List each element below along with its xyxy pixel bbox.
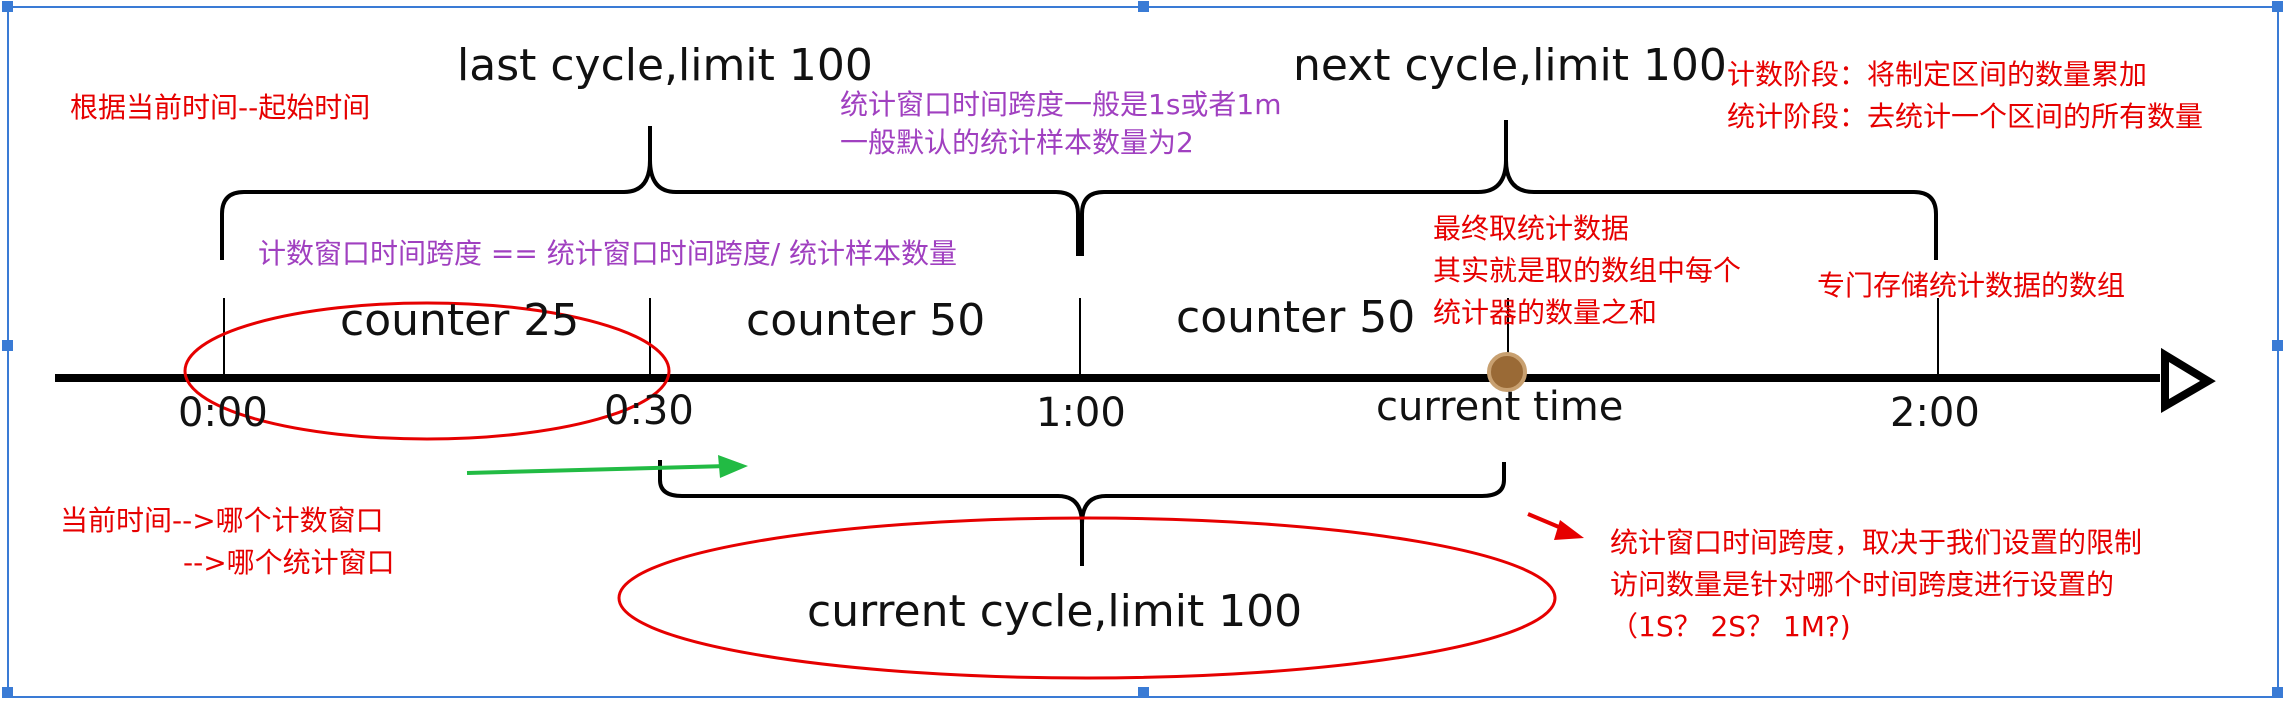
- selection-handle-tc[interactable]: [1138, 1, 1149, 12]
- current-cycle-brace: [658, 460, 1506, 566]
- selection-handle-ml[interactable]: [2, 340, 13, 351]
- note-final-stats: 最终取统计数据 其实就是取的数组中每个 统计器的数量之和: [1433, 208, 1741, 334]
- selection-handle-tr[interactable]: [2272, 1, 2283, 12]
- note-span-depends-line-3: （1S？ 2S？ 1M?): [1610, 610, 1851, 643]
- note-phases-line-1: 计数阶段：将制定区间的数量累加: [1727, 58, 2148, 91]
- tick-label-0-30: 0:30: [604, 388, 694, 434]
- selection-handle-tl[interactable]: [2, 1, 13, 12]
- next-cycle-label: next cycle,limit 100: [1293, 40, 1727, 91]
- selection-handle-br[interactable]: [2272, 687, 2283, 698]
- counter-label-2: counter 50: [746, 295, 986, 346]
- green-arrow-line: [466, 464, 729, 475]
- note-count-window: 计数窗口时间跨度 == 统计窗口时间跨度/ 统计样本数量: [258, 237, 958, 270]
- sliding-window-diagram: last cycle,limit 100 next cycle,limit 10…: [0, 0, 2286, 704]
- counter-label-3: counter 50: [1176, 292, 1416, 343]
- tick-label-0-00: 0:00: [178, 390, 268, 436]
- tick-label-current-time: current time: [1376, 384, 1624, 430]
- note-current-time-map-line-2: -->哪个统计窗口: [183, 546, 395, 579]
- current-cycle-label: current cycle,limit 100: [807, 586, 1303, 637]
- green-arrow-head: [718, 455, 748, 478]
- note-phases: 计数阶段：将制定区间的数量累加 统计阶段：去统计一个区间的所有数量: [1727, 54, 2203, 138]
- tick-label-1-00: 1:00: [1036, 390, 1126, 436]
- axis-arrow-head: [2161, 347, 2216, 413]
- note-current-time-map: 当前时间-->哪个计数窗口 -->哪个统计窗口: [60, 500, 395, 584]
- note-span-depends: 统计窗口时间跨度，取决于我们设置的限制 访问数量是针对哪个时间跨度进行设置的 （…: [1610, 522, 2142, 648]
- counter-label-1: counter 25: [340, 295, 580, 346]
- note-final-stats-line-3: 统计器的数量之和: [1433, 296, 1658, 329]
- red-arrow-head: [1554, 520, 1584, 540]
- note-current-time-map-line-1: 当前时间-->哪个计数窗口: [60, 504, 384, 537]
- selection-handle-bl[interactable]: [2, 687, 13, 698]
- note-final-stats-line-2: 其实就是取的数组中每个: [1433, 254, 1742, 287]
- note-span-depends-line-1: 统计窗口时间跨度，取决于我们设置的限制: [1610, 526, 2143, 559]
- note-phases-line-2: 统计阶段：去统计一个区间的所有数量: [1727, 100, 2204, 133]
- tick-label-2-00: 2:00: [1890, 390, 1980, 436]
- note-start-time: 根据当前时间--起始时间: [70, 91, 371, 124]
- note-stat-window-line-2: 一般默认的统计样本数量为2: [840, 126, 1194, 159]
- selection-handle-mr[interactable]: [2272, 340, 2283, 351]
- note-final-stats-line-1: 最终取统计数据: [1433, 212, 1630, 245]
- note-stat-window-line-1: 统计窗口时间跨度一般是1s或者1m: [840, 88, 1282, 121]
- note-array: 专门存储统计数据的数组: [1817, 269, 2126, 302]
- last-cycle-label: last cycle,limit 100: [457, 40, 873, 91]
- selection-handle-bc[interactable]: [1138, 687, 1149, 698]
- note-stat-window: 统计窗口时间跨度一般是1s或者1m 一般默认的统计样本数量为2: [840, 86, 1282, 162]
- note-span-depends-line-2: 访问数量是针对哪个时间跨度进行设置的: [1610, 568, 2115, 601]
